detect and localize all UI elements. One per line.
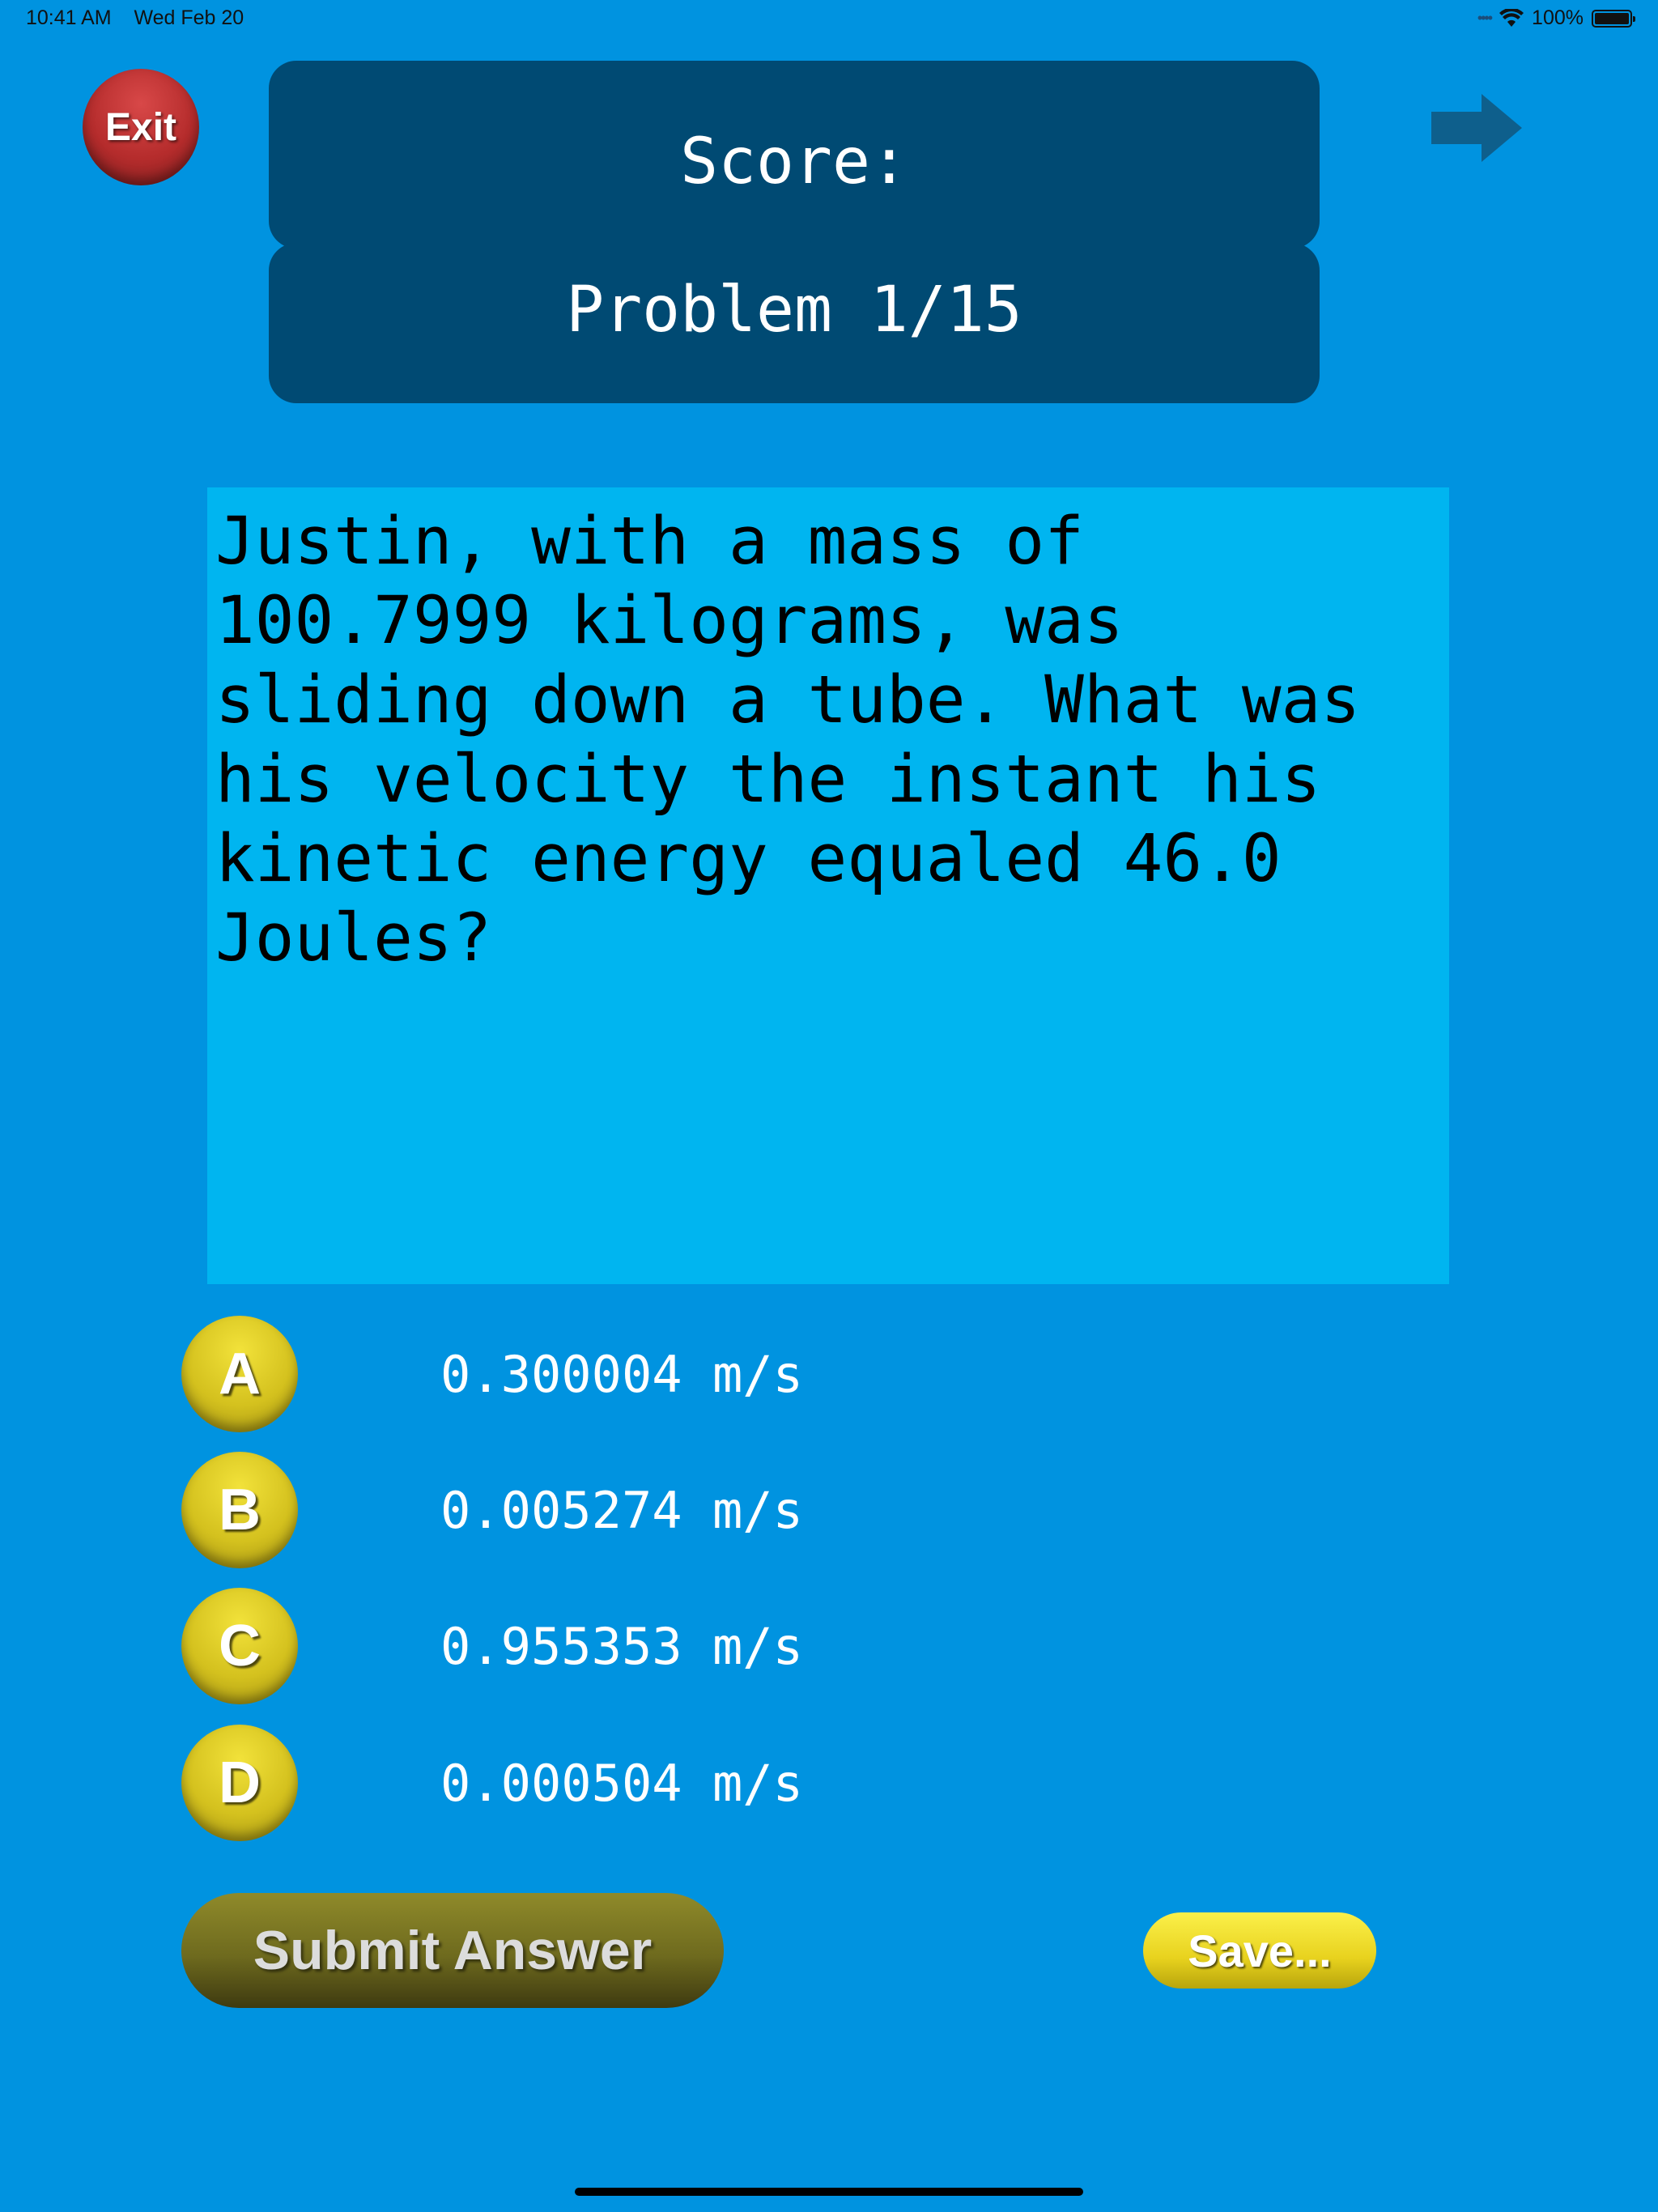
save-label: Save... [1188,1925,1332,1976]
option-c[interactable]: C 0.955353 m/s [181,1588,1396,1706]
score-panel: Score: [269,61,1320,249]
option-a[interactable]: A 0.300004 m/s [181,1316,1396,1434]
battery-icon [1592,9,1635,28]
option-c-value: 0.955353 m/s [440,1617,803,1676]
status-bar-right: •••• 100% [1477,6,1635,30]
question-box: Justin, with a mass of 100.7999 kilogram… [207,487,1449,1284]
quiz-screen: 10:41 AM Wed Feb 20 •••• 100% Exit Score… [0,0,1658,2212]
exit-label: Exit [104,105,177,149]
option-b-value: 0.005274 m/s [440,1481,803,1540]
wifi-icon [1499,8,1524,27]
score-label: Score: [680,125,908,198]
option-c-button[interactable]: C [181,1588,298,1704]
battery-percent: 100% [1532,6,1584,29]
status-date: Wed Feb 20 [134,6,244,29]
option-d-value: 0.000504 m/s [440,1754,803,1813]
problem-counter-panel: Problem 1/15 [269,243,1320,403]
option-b-button[interactable]: B [181,1452,298,1568]
signal-icon: •••• [1477,10,1493,26]
option-a-value: 0.300004 m/s [440,1345,803,1404]
option-d[interactable]: D 0.000504 m/s [181,1725,1396,1843]
option-b[interactable]: B 0.005274 m/s [181,1452,1396,1570]
save-button[interactable]: Save... [1143,1912,1376,1989]
next-arrow-icon[interactable] [1431,94,1522,162]
problem-counter: Problem 1/15 [566,274,1022,347]
home-indicator[interactable] [575,2188,1083,2196]
option-a-button[interactable]: A [181,1316,298,1432]
question-text: Justin, with a mass of 100.7999 kilogram… [215,504,1361,976]
option-d-button[interactable]: D [181,1725,298,1841]
status-bar-time: 10:41 AM Wed Feb 20 [26,6,244,30]
submit-answer-button[interactable]: Submit Answer [181,1893,724,2008]
status-time: 10:41 AM [26,6,112,29]
exit-button[interactable]: Exit [83,69,199,185]
submit-answer-label: Submit Answer [253,1920,653,1981]
